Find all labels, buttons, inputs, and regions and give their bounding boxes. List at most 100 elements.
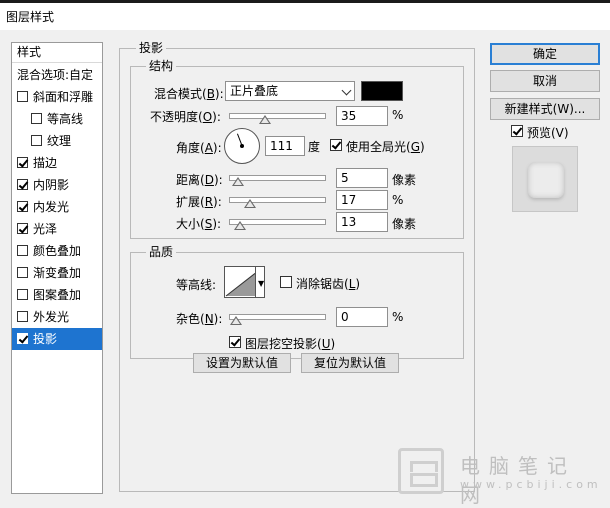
style-item-label: 外发光	[33, 310, 70, 324]
make-default-button[interactable]: 设置为默认值	[193, 353, 291, 373]
size-input[interactable]: 13	[336, 212, 388, 232]
style-item-checkbox[interactable]	[17, 157, 28, 168]
style-item-checkbox[interactable]	[17, 267, 28, 278]
antialias-checkbox[interactable]	[280, 276, 292, 288]
style-item[interactable]: 内发光	[12, 196, 102, 218]
title-bar: 图层样式	[0, 0, 610, 30]
style-item[interactable]: 纹理	[12, 130, 102, 152]
spread-input[interactable]: 17	[336, 190, 388, 210]
size-label: 大小(S):	[176, 217, 222, 231]
contour-label: 等高线:	[176, 278, 217, 292]
watermark-url: www.pcbiji.com	[460, 478, 602, 491]
style-item-checkbox[interactable]	[17, 223, 28, 234]
blend-mode-select[interactable]: 正片叠底	[225, 81, 355, 101]
structure-title: 结构	[146, 57, 177, 74]
style-item[interactable]: 图案叠加	[12, 284, 102, 306]
styles-header-label: 样式	[17, 45, 42, 59]
style-item-label: 描边	[33, 156, 58, 170]
style-item[interactable]: 描边	[12, 152, 102, 174]
style-item[interactable]: 斜面和浮雕	[12, 86, 102, 108]
knockout-checkbox[interactable]	[229, 336, 241, 348]
opacity-label: 不透明度(O):	[150, 110, 221, 124]
distance-unit: 像素	[392, 173, 417, 187]
style-item[interactable]: 光泽	[12, 218, 102, 240]
style-item[interactable]: 颜色叠加	[12, 240, 102, 262]
preview-checkbox[interactable]	[511, 125, 523, 137]
noise-input[interactable]: 0	[336, 307, 388, 327]
preview-label: 预览(V)	[527, 126, 569, 140]
layer-style-dialog: 样式 混合选项:自定 斜面和浮雕等高线纹理描边内阴影内发光光泽颜色叠加渐变叠加图…	[0, 30, 610, 507]
style-item-checkbox[interactable]	[17, 179, 28, 190]
style-item-checkbox[interactable]	[17, 289, 28, 300]
window-title: 图层样式	[6, 10, 55, 24]
angle-input[interactable]: 111	[265, 136, 305, 156]
style-item-checkbox[interactable]	[17, 245, 28, 256]
antialias-label: 消除锯齿(L)	[296, 277, 361, 291]
distance-slider[interactable]	[229, 175, 326, 186]
noise-label: 杂色(N):	[176, 312, 223, 326]
shadow-color-swatch[interactable]	[361, 81, 403, 101]
style-item-label: 等高线	[47, 112, 84, 126]
chevron-down-icon	[341, 85, 352, 96]
blend-mode-label: 混合模式(B):	[154, 87, 224, 101]
style-item[interactable]: 渐变叠加	[12, 262, 102, 284]
noise-slider[interactable]	[229, 314, 326, 325]
style-item-label: 颜色叠加	[33, 244, 82, 258]
style-item-checkbox[interactable]	[31, 113, 42, 124]
watermark: 电脑笔记网 www.pcbiji.com	[398, 448, 604, 507]
distance-label: 距离(D):	[176, 173, 223, 187]
global-light-label: 使用全局光(G)	[346, 140, 425, 154]
watermark-logo-icon	[398, 448, 444, 494]
angle-label: 角度(A):	[176, 141, 222, 155]
style-item-label: 斜面和浮雕	[33, 90, 94, 104]
noise-slider-thumb[interactable]	[230, 316, 242, 325]
noise-unit: %	[392, 310, 404, 324]
new-style-button[interactable]: 新建样式(W)...	[490, 98, 600, 120]
ok-button[interactable]: 确定	[490, 43, 600, 65]
size-slider-thumb[interactable]	[234, 221, 246, 230]
style-item-label: 投影	[33, 332, 58, 346]
opacity-slider-thumb[interactable]	[259, 115, 271, 124]
style-item-checkbox[interactable]	[17, 91, 28, 102]
style-item[interactable]: 外发光	[12, 306, 102, 328]
spread-slider-thumb[interactable]	[244, 199, 256, 208]
contour-dropdown[interactable]: ▼	[255, 266, 265, 298]
style-item-checkbox[interactable]	[31, 135, 42, 146]
style-item-checkbox[interactable]	[17, 311, 28, 322]
opacity-slider[interactable]	[229, 113, 326, 124]
style-item[interactable]: 投影	[12, 328, 102, 350]
cancel-button[interactable]: 取消	[490, 70, 600, 92]
blend-options-label: 混合选项:自定	[17, 68, 94, 82]
spread-slider[interactable]	[229, 197, 326, 208]
spread-unit: %	[392, 193, 404, 207]
angle-dial-center	[240, 144, 244, 148]
angle-dial[interactable]	[224, 128, 260, 164]
reset-default-button[interactable]: 复位为默认值	[301, 353, 399, 373]
chevron-down-icon: ▼	[258, 279, 265, 288]
distance-input[interactable]: 5	[336, 168, 388, 188]
style-item-label: 内发光	[33, 200, 70, 214]
size-slider[interactable]	[229, 219, 326, 230]
distance-slider-thumb[interactable]	[232, 177, 244, 186]
style-item-checkbox[interactable]	[17, 333, 28, 344]
opacity-unit: %	[392, 108, 404, 122]
style-item-label: 渐变叠加	[33, 266, 82, 280]
style-item-label: 光泽	[33, 222, 58, 236]
opacity-input[interactable]: 35	[336, 106, 388, 126]
styles-header[interactable]: 样式	[12, 43, 102, 63]
spread-label: 扩展(R):	[176, 195, 222, 209]
blend-options-item[interactable]: 混合选项:自定	[12, 64, 102, 86]
style-item[interactable]: 内阴影	[12, 174, 102, 196]
size-unit: 像素	[392, 217, 417, 231]
style-item-label: 纹理	[47, 134, 72, 148]
angle-unit: 度	[308, 140, 321, 154]
style-list: 样式 混合选项:自定 斜面和浮雕等高线纹理描边内阴影内发光光泽颜色叠加渐变叠加图…	[11, 42, 103, 494]
style-item-checkbox[interactable]	[17, 201, 28, 212]
global-light-checkbox[interactable]	[330, 139, 342, 151]
style-preview-thumbnail	[512, 146, 578, 212]
style-item-label: 图案叠加	[33, 288, 82, 302]
blend-mode-value: 正片叠底	[230, 84, 279, 98]
preview-shape	[528, 162, 564, 198]
style-item[interactable]: 等高线	[12, 108, 102, 130]
quality-title: 品质	[146, 243, 177, 260]
